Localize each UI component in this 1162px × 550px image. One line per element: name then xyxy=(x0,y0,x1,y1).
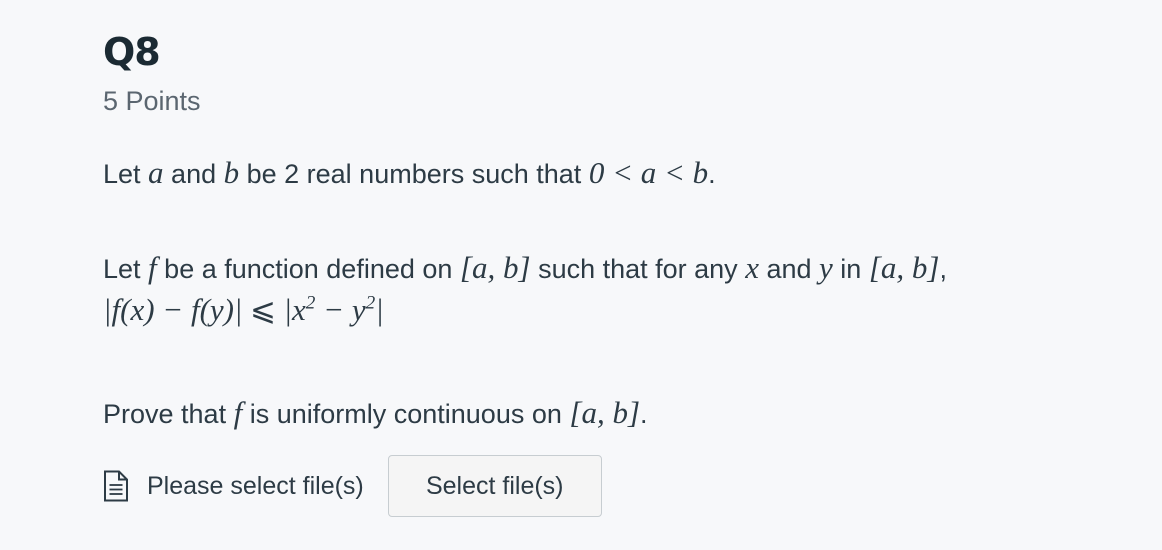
text: be a function defined on xyxy=(156,254,460,284)
text: such that for any xyxy=(530,254,746,284)
text: in xyxy=(832,254,869,284)
text: Let xyxy=(103,254,149,284)
math-exponent: 2 xyxy=(365,292,376,314)
math-relation: ⩽ xyxy=(250,292,276,327)
math-f: f xyxy=(233,395,243,430)
math-rhs-mid: − y xyxy=(315,292,366,327)
question-paragraph-3-formula: |f(x) − f(y)| ⩽ |x2 − y2| xyxy=(103,292,384,328)
math-lhs: |f(x) − f(y)| xyxy=(103,292,243,327)
math-inequality: 0 < a < b xyxy=(588,155,709,190)
text: . xyxy=(708,159,716,189)
text: Prove that xyxy=(103,399,234,429)
math-rhs-open: |x xyxy=(283,292,306,327)
question-points: 5 Points xyxy=(103,86,201,116)
math-rhs: |x2 − y2| xyxy=(284,292,384,327)
text: and xyxy=(758,254,820,284)
text: , xyxy=(939,254,947,284)
math-f: f xyxy=(148,250,157,285)
question-paragraph-4: Prove that f is uniformly continuous on … xyxy=(103,395,648,431)
math-interval: [a, b] xyxy=(868,250,940,285)
file-upload-row: Please select file(s) Select file(s) xyxy=(103,454,602,518)
math-x: x xyxy=(745,250,759,285)
math-a: a xyxy=(148,155,164,190)
math-b: b xyxy=(223,155,240,190)
question-card: Q8 5 Points Let a and b be 2 real number… xyxy=(0,0,1162,550)
text: is uniformly continuous on xyxy=(242,399,570,429)
math-rhs-close: | xyxy=(375,292,384,327)
question-paragraph-1: Let a and b be 2 real numbers such that … xyxy=(103,155,716,191)
question-paragraph-2: Let f be a function defined on [a, b] su… xyxy=(103,250,947,286)
text: . xyxy=(640,399,648,429)
math-interval: [a, b] xyxy=(569,395,641,430)
select-files-button[interactable]: Select file(s) xyxy=(387,455,602,517)
document-icon xyxy=(103,470,129,502)
text: be 2 real numbers such that xyxy=(239,159,589,189)
question-title: Q8 xyxy=(103,30,161,74)
upload-label: Please select file(s) xyxy=(147,471,364,500)
math-y: y xyxy=(819,250,833,285)
text: Let xyxy=(103,159,149,189)
text: and xyxy=(163,159,224,189)
math-interval: [a, b] xyxy=(459,250,531,285)
math-exponent: 2 xyxy=(305,292,316,314)
